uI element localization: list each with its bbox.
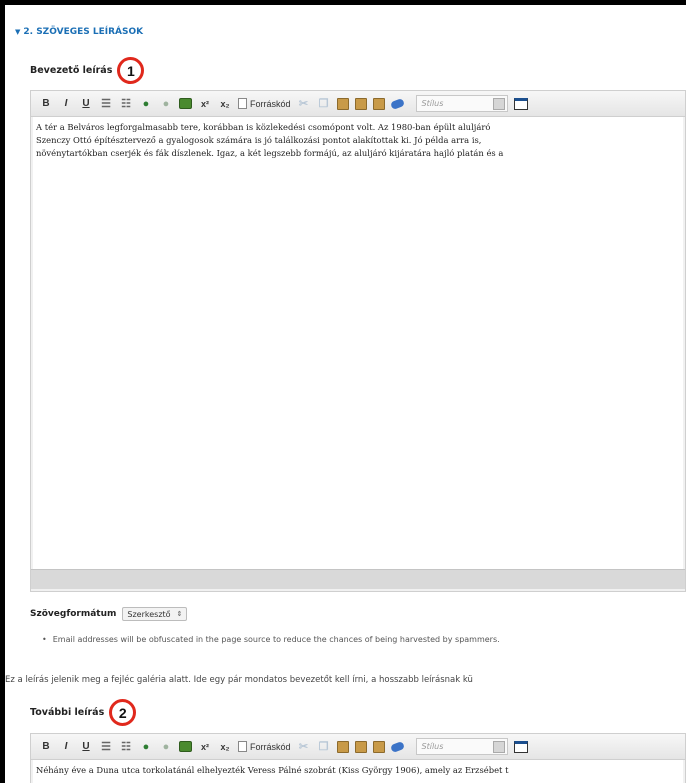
globe-link-icon[interactable]: ● <box>139 740 153 754</box>
bullet-list-button[interactable]: ☰ <box>99 97 113 111</box>
more-paragraph-line: Néhány éve a Duna utca torkolatánál elhe… <box>36 765 509 775</box>
italic-button[interactable]: I <box>59 97 73 111</box>
field-description: Ez a leírás jelenik meg a fejléc galéria… <box>5 675 473 685</box>
bold-button[interactable]: B <box>39 97 53 111</box>
text-format-select[interactable]: Szerkesztő ⇕ <box>122 607 188 621</box>
chevron-down-icon <box>492 97 505 110</box>
paste-word-icon[interactable] <box>372 97 385 110</box>
maximize-icon[interactable] <box>513 97 528 110</box>
section-header[interactable]: ▼ 2. SZÖVEGES LEÍRÁSOK <box>15 25 143 39</box>
text-format-row: Szövegformátum Szerkesztő ⇕ <box>30 607 188 621</box>
editor-toolbar: B I U ☰ ☷ ● ● x² x₂ Forráskód ✂ ❐ Stílus <box>31 91 685 117</box>
source-doc-icon <box>238 98 247 109</box>
image-icon[interactable] <box>179 741 192 752</box>
image-icon[interactable] <box>179 98 192 109</box>
copy-icon[interactable]: ❐ <box>317 97 331 111</box>
globe-link-icon[interactable]: ● <box>139 97 153 111</box>
underline-button[interactable]: U <box>79 97 93 111</box>
remove-format-icon[interactable] <box>389 97 405 110</box>
more-label: További leírás <box>30 707 105 718</box>
paste-text-icon[interactable] <box>354 740 367 753</box>
subscript-button[interactable]: x₂ <box>218 740 232 754</box>
numbered-list-button[interactable]: ☷ <box>119 97 133 111</box>
source-doc-icon <box>238 741 247 752</box>
text-format-value: Szerkesztő <box>127 609 171 619</box>
globe-unlink-icon[interactable]: ● <box>159 740 173 754</box>
content-panel: ▼ 2. SZÖVEGES LEÍRÁSOK Bevezető leírás 1… <box>5 5 686 783</box>
superscript-button[interactable]: x² <box>198 740 212 754</box>
editor-statusbar <box>31 569 685 589</box>
paste-icon[interactable] <box>336 740 349 753</box>
field-label-intro: Bevezető leírás 1 <box>30 57 145 84</box>
subscript-button[interactable]: x₂ <box>218 97 232 111</box>
intro-paragraph-line: növénytartókban cserjék és fák díszlenek… <box>36 148 504 158</box>
intro-label: Bevezető leírás <box>30 65 113 76</box>
bold-button[interactable]: B <box>39 740 53 754</box>
bullet-list-button[interactable]: ☰ <box>99 740 113 754</box>
cut-icon[interactable]: ✂ <box>297 740 311 754</box>
paste-word-icon[interactable] <box>372 740 385 753</box>
updown-arrows-icon: ⇕ <box>176 610 183 618</box>
remove-format-icon[interactable] <box>389 740 405 753</box>
numbered-list-button[interactable]: ☷ <box>119 740 133 754</box>
source-button[interactable]: Forráskód <box>238 740 291 754</box>
globe-unlink-icon[interactable]: ● <box>159 97 173 111</box>
superscript-button[interactable]: x² <box>198 97 212 111</box>
email-hint: Email addresses will be obfuscated in th… <box>42 635 500 644</box>
intro-text-area[interactable]: A tér a Belváros legforgalmasabb tere, k… <box>33 117 683 569</box>
style-select[interactable]: Stílus <box>415 738 508 755</box>
section-title: 2. SZÖVEGES LEÍRÁSOK <box>23 27 144 37</box>
style-select-placeholder: Stílus <box>421 742 444 751</box>
annotation-badge-2: 2 <box>109 699 137 726</box>
annotation-badge-1: 1 <box>117 57 145 84</box>
paste-icon[interactable] <box>336 97 349 110</box>
intro-paragraph-line: Szenczy Ottó építésztervező a gyalogosok… <box>36 135 482 145</box>
italic-button[interactable]: I <box>59 740 73 754</box>
style-select[interactable]: Stílus <box>415 95 508 112</box>
more-editor: B I U ☰ ☷ ● ● x² x₂ Forráskód ✂ ❐ Stílus <box>30 733 686 783</box>
source-label: Forráskód <box>250 741 291 752</box>
paste-text-icon[interactable] <box>354 97 367 110</box>
triangle-down-icon: ▼ <box>15 28 21 36</box>
underline-button[interactable]: U <box>79 740 93 754</box>
style-select-placeholder: Stílus <box>421 99 444 108</box>
intro-editor: B I U ☰ ☷ ● ● x² x₂ Forráskód ✂ ❐ Stílus <box>30 90 686 592</box>
chevron-down-icon <box>492 740 505 753</box>
editor-toolbar: B I U ☰ ☷ ● ● x² x₂ Forráskód ✂ ❐ Stílus <box>31 734 685 760</box>
field-label-more: További leírás 2 <box>30 699 137 726</box>
intro-paragraph-line: A tér a Belváros legforgalmasabb tere, k… <box>36 122 491 132</box>
maximize-icon[interactable] <box>513 740 528 753</box>
source-button[interactable]: Forráskód <box>238 97 291 111</box>
more-text-area[interactable]: Néhány éve a Duna utca torkolatánál elhe… <box>33 760 683 783</box>
copy-icon[interactable]: ❐ <box>317 740 331 754</box>
source-label: Forráskód <box>250 98 291 109</box>
cut-icon[interactable]: ✂ <box>297 97 311 111</box>
text-format-label: Szövegformátum <box>30 609 117 619</box>
